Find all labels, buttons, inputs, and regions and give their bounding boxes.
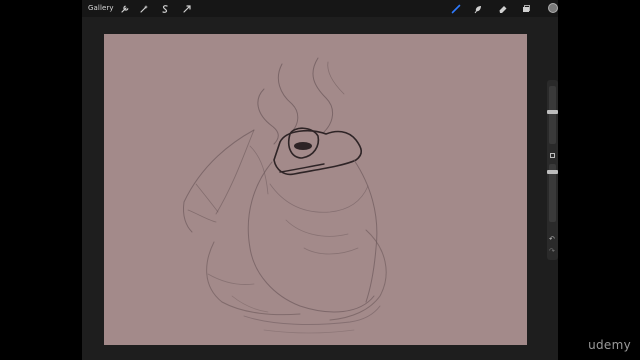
brush-size-slider[interactable] bbox=[547, 86, 558, 144]
color-swatch[interactable] bbox=[548, 3, 558, 13]
undo-icon[interactable]: ↶ bbox=[549, 235, 555, 243]
letterbox-left bbox=[0, 0, 82, 360]
letterbox-right bbox=[558, 0, 640, 360]
wrench-icon[interactable] bbox=[118, 2, 131, 15]
arrow-cursor-icon[interactable] bbox=[180, 2, 193, 15]
eraser-icon[interactable] bbox=[496, 2, 509, 15]
smudge-icon[interactable] bbox=[471, 2, 484, 15]
modify-button[interactable] bbox=[550, 153, 555, 158]
opacity-thumb[interactable] bbox=[547, 170, 558, 174]
opacity-slider[interactable] bbox=[547, 164, 558, 222]
drawing-canvas[interactable] bbox=[104, 34, 527, 345]
gallery-button[interactable]: Gallery bbox=[88, 3, 114, 13]
magic-wand-icon[interactable] bbox=[137, 2, 150, 15]
top-toolbar: Gallery bbox=[82, 0, 558, 17]
sketch-drawing bbox=[183, 57, 387, 334]
brush-size-thumb[interactable] bbox=[547, 110, 558, 114]
selection-s-icon[interactable] bbox=[158, 2, 171, 15]
procreate-app: Gallery ↶ ↷ bbox=[82, 0, 558, 360]
udemy-watermark: udemy bbox=[588, 338, 631, 352]
layers-icon[interactable] bbox=[519, 2, 532, 15]
side-toolbar: ↶ ↷ bbox=[547, 80, 558, 260]
redo-icon[interactable]: ↷ bbox=[549, 247, 555, 255]
brush-icon[interactable] bbox=[449, 2, 462, 15]
